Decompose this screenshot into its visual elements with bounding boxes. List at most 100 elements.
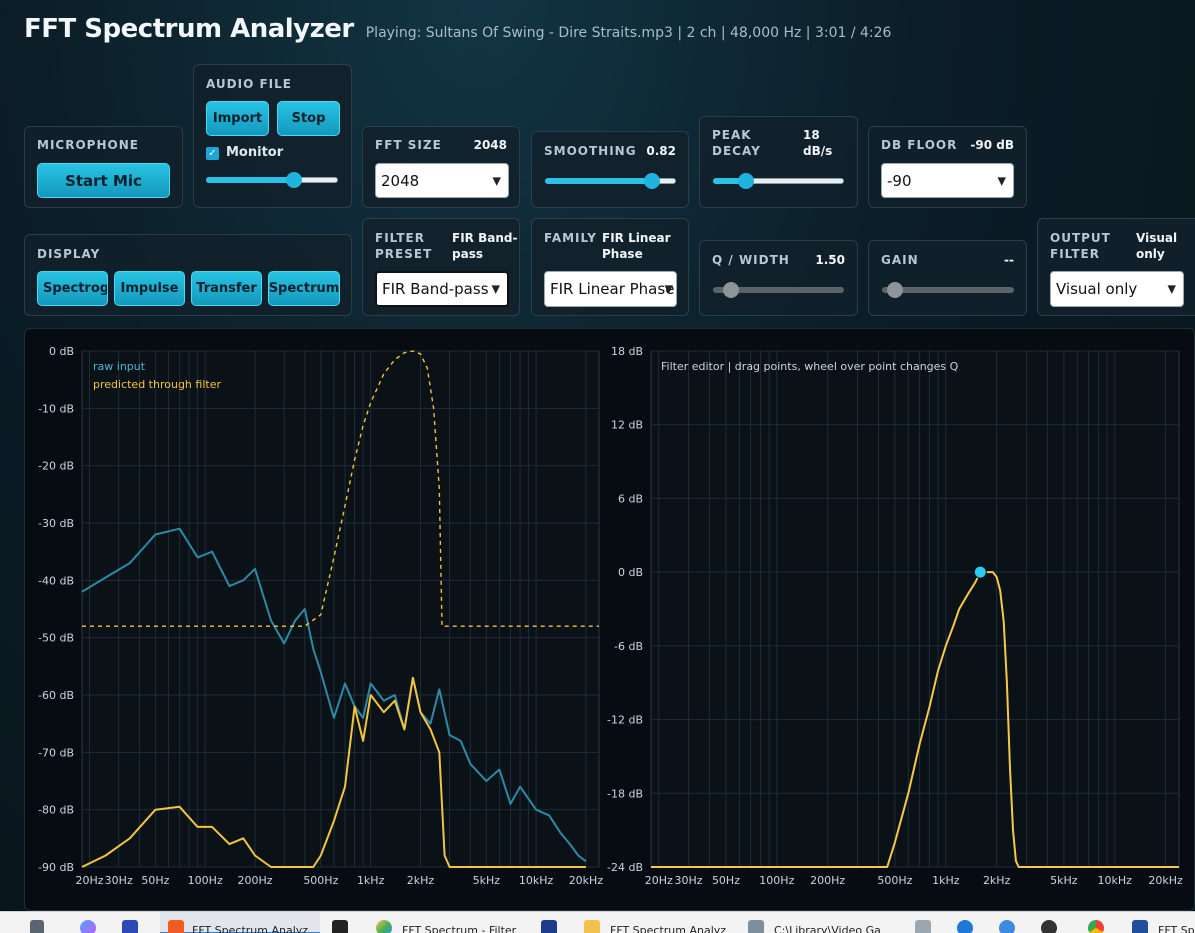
peak-decay-slider[interactable] bbox=[713, 173, 844, 189]
output-filter-value-1: Visual bbox=[1136, 231, 1178, 245]
family-value-1: FIR Linear bbox=[602, 231, 671, 245]
output-filter-label-1: OUTPUT bbox=[1050, 231, 1111, 245]
y-tick-label: -40 dB bbox=[38, 574, 74, 587]
x-tick-label: 5kHz bbox=[1050, 874, 1078, 887]
output-filter-selected: Visual only bbox=[1056, 280, 1138, 298]
peak-decay-value-2: dB/s bbox=[803, 144, 833, 158]
header: FFT Spectrum Analyzer Playing: Sultans O… bbox=[24, 14, 891, 44]
chevron-down-icon: ▼ bbox=[492, 174, 501, 187]
taskbar-item-notepad[interactable]: C:\Library\Video Ga bbox=[742, 912, 902, 933]
microphone-panel: MICROPHONE Start Mic bbox=[24, 126, 183, 208]
fft-size-value: 2048 bbox=[473, 138, 507, 152]
x-tick-label: 100Hz bbox=[759, 874, 794, 887]
gain-label: GAIN bbox=[881, 253, 919, 267]
y-tick-label: -70 dB bbox=[38, 746, 74, 759]
x-tick-label: 1kHz bbox=[932, 874, 960, 887]
slider-thumb[interactable] bbox=[887, 282, 904, 298]
x-tick-label: 5kHz bbox=[473, 874, 501, 887]
taskbar-item-label: FFT Spectrum Analyz bbox=[192, 924, 309, 933]
display-transfer-button[interactable]: Transfer bbox=[191, 271, 262, 306]
output-filter-select[interactable]: Visual only ▼ bbox=[1050, 271, 1184, 307]
search-globe-icon[interactable] bbox=[957, 920, 973, 933]
copilot-icon[interactable] bbox=[80, 920, 96, 933]
smoothing-value: 0.82 bbox=[646, 144, 676, 158]
folder-icon bbox=[584, 920, 600, 933]
monitor-label: Monitor bbox=[226, 145, 284, 160]
spectrum-y-ticks: 0 dB -10 dB -20 dB -30 dB -40 dB -50 dB -60 dB… bbox=[38, 345, 74, 874]
filter-preset-select[interactable]: FIR Band-pass ▼ bbox=[375, 271, 509, 307]
gain-panel: GAIN -- bbox=[868, 240, 1027, 316]
display-spectrum-button[interactable]: Spectrum bbox=[268, 271, 340, 306]
family-select[interactable]: FIR Linear Phase ▼ bbox=[544, 271, 677, 307]
slider-fill bbox=[206, 177, 295, 183]
gain-slider[interactable] bbox=[882, 282, 1014, 298]
slider-thumb[interactable] bbox=[737, 173, 754, 189]
smoothing-slider[interactable] bbox=[545, 173, 676, 189]
slider-thumb[interactable] bbox=[723, 282, 740, 298]
stop-button[interactable]: Stop bbox=[277, 101, 340, 136]
display-spectrogram-button[interactable]: Spectrogram bbox=[37, 271, 108, 306]
x-tick-label: 30Hz bbox=[674, 874, 702, 887]
os-taskbar: FFT Spectrum Analyz FFT Spectrum - Filte… bbox=[0, 911, 1195, 933]
family-selected: FIR Linear Phase bbox=[550, 280, 675, 298]
app-dark-icon[interactable] bbox=[1041, 920, 1057, 933]
spectrum-plot: 0 dB -10 dB -20 dB -30 dB -40 dB -50 dB -60 dB… bbox=[38, 345, 603, 887]
chevron-down-icon: ▼ bbox=[1167, 282, 1176, 296]
import-button[interactable]: Import bbox=[206, 101, 269, 136]
taskbar-item-paint[interactable]: FFT Spectrum - Filter bbox=[370, 912, 525, 933]
filter-control-point[interactable] bbox=[973, 565, 987, 579]
filter-preset-panel: FILTER PRESET FIR Band- pass FIR Band-pa… bbox=[362, 218, 520, 316]
taskbar-item-explorer[interactable]: FFT Spectrum Analyz bbox=[578, 912, 733, 933]
family-label: FAMILY bbox=[544, 231, 597, 245]
peak-decay-label-2: DECAY bbox=[712, 144, 761, 158]
q-width-label: Q / WIDTH bbox=[712, 253, 790, 267]
x-tick-label: 10kHz bbox=[1098, 874, 1133, 887]
filter-editor-plot[interactable]: 18 dB 12 dB 6 dB 0 dB -6 dB -12 dB -18 dB -24 d… bbox=[607, 345, 1183, 887]
output-filter-value-2: only bbox=[1136, 247, 1165, 261]
fft-size-selected: 2048 bbox=[381, 171, 420, 190]
x-tick-label: 10kHz bbox=[519, 874, 554, 887]
monitor-checkbox[interactable]: ✓ bbox=[206, 147, 219, 160]
refresh-app-icon[interactable] bbox=[999, 920, 1015, 933]
filter-preset-value-1: FIR Band- bbox=[452, 231, 518, 245]
peak-decay-panel: PEAK DECAY 18 dB/s bbox=[699, 116, 858, 208]
monitor-volume-slider[interactable] bbox=[206, 172, 338, 188]
tv-icon[interactable] bbox=[541, 920, 557, 933]
plots-svg: 0 dB -10 dB -20 dB -30 dB -40 dB -50 dB -60 dB… bbox=[38, 345, 1183, 887]
filter-preset-selected: FIR Band-pass bbox=[382, 280, 489, 298]
audio-file-label: AUDIO FILE bbox=[206, 77, 292, 91]
slider-thumb[interactable] bbox=[286, 172, 303, 188]
y-tick-label: -18 dB bbox=[607, 787, 643, 800]
y-tick-label: -60 dB bbox=[38, 689, 74, 702]
task-view-icon[interactable] bbox=[30, 920, 44, 933]
brave-icon bbox=[168, 920, 184, 933]
chevron-down-icon: ▼ bbox=[997, 174, 1006, 187]
taskbar-item-browser[interactable]: FFT Spectrum Analyz bbox=[160, 912, 320, 933]
x-tick-label: 500Hz bbox=[877, 874, 912, 887]
terminal-icon[interactable] bbox=[332, 920, 348, 933]
family-value-2: Phase bbox=[602, 247, 643, 261]
notepad-icon bbox=[748, 920, 764, 933]
fft-size-panel: FFT SIZE 2048 2048 ▼ bbox=[362, 126, 520, 208]
q-width-slider[interactable] bbox=[713, 282, 844, 298]
x-tick-label: 20kHz bbox=[569, 874, 604, 887]
y-tick-label: -80 dB bbox=[38, 804, 74, 817]
db-floor-panel: DB FLOOR -90 dB -90 ▼ bbox=[868, 126, 1027, 208]
filter-editor-x-ticks: 20Hz 30Hz 50Hz 100Hz 200Hz 500Hz 1kHz 2kHz 5kHz 1… bbox=[645, 874, 1183, 887]
slider-thumb[interactable] bbox=[644, 173, 661, 189]
y-tick-label: -20 dB bbox=[38, 460, 74, 473]
taskbar-item-label: C:\Library\Video Ga bbox=[774, 924, 881, 933]
chrome-icon[interactable] bbox=[1088, 920, 1104, 933]
x-tick-label: 2kHz bbox=[407, 874, 435, 887]
fft-size-select[interactable]: 2048 ▼ bbox=[375, 163, 509, 198]
app-icon[interactable] bbox=[122, 920, 138, 933]
file-icon[interactable] bbox=[915, 920, 931, 933]
y-tick-label: 0 dB bbox=[618, 566, 643, 579]
smoothing-panel: SMOOTHING 0.82 bbox=[531, 131, 689, 208]
start-mic-button[interactable]: Start Mic bbox=[37, 163, 170, 198]
db-floor-select[interactable]: -90 ▼ bbox=[881, 163, 1014, 198]
q-width-value: 1.50 bbox=[815, 253, 845, 267]
app-title: FFT Spectrum Analyzer bbox=[24, 14, 354, 44]
display-impulse-button[interactable]: Impulse bbox=[114, 271, 185, 306]
filter-editor-y-ticks: 18 dB 12 dB 6 dB 0 dB -6 dB -12 dB -18 dB -24 d… bbox=[607, 345, 643, 874]
